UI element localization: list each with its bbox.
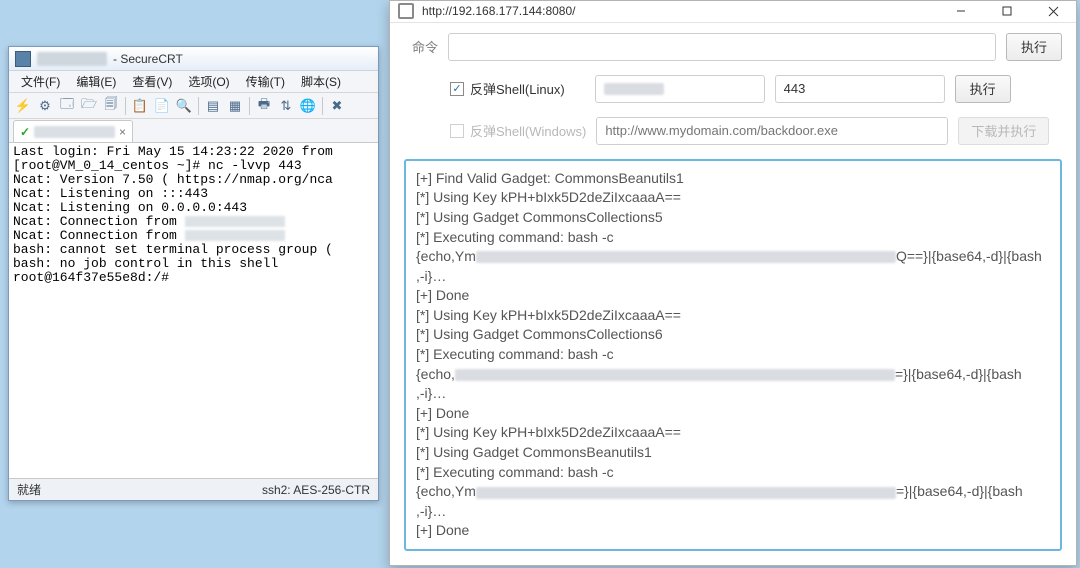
terminal-output[interactable]: Last login: Fri May 15 14:23:22 2020 fro… <box>9 143 378 478</box>
tb-transfer-icon[interactable]: ⇅ <box>276 96 296 116</box>
tool-window: http://192.168.177.144:8080/ 命令 执行 ✓ 反弹S… <box>389 0 1077 566</box>
securecrt-window: - SecureCRT 文件(F) 编辑(E) 查看(V) 选项(O) 传输(T… <box>8 46 379 501</box>
crt-toolbar: ⚡ ⚙ 🗔 🗁 🗐 📋 📄 🔍 ▤ ▦ 🖶 ⇅ 🌐 ✖ <box>9 93 378 119</box>
tab-title-redacted <box>34 126 115 138</box>
command-label: 命令 <box>404 37 438 56</box>
menu-transfer[interactable]: 传输(T) <box>238 71 293 92</box>
tb-find-icon[interactable]: 🔍 <box>174 96 194 116</box>
tool-app-icon <box>398 3 414 19</box>
tb-quickconnect-icon[interactable]: ⚙ <box>35 96 55 116</box>
tb-print-icon[interactable]: 🖶 <box>254 96 274 116</box>
tb-folder-icon[interactable]: 🗁 <box>79 96 99 116</box>
maximize-button[interactable] <box>984 1 1030 22</box>
linux-shell-label: 反弹Shell(Linux) <box>470 79 565 98</box>
windows-shell-label: 反弹Shell(Windows) <box>470 121 586 140</box>
tool-body: 命令 执行 ✓ 反弹Shell(Linux) 执行 反弹Shell(Window… <box>390 23 1076 565</box>
crt-title-redacted <box>37 52 107 66</box>
tb-save-icon[interactable]: 🗐 <box>101 96 121 116</box>
crt-title-text: - SecureCRT <box>113 52 183 66</box>
port-input[interactable] <box>775 75 945 103</box>
tab-close-icon[interactable]: × <box>119 125 126 139</box>
toolbar-separator <box>322 97 323 115</box>
status-right: ssh2: AES-256-CTR <box>262 483 370 497</box>
linux-shell-checkbox[interactable]: ✓ 反弹Shell(Linux) <box>450 79 565 98</box>
tool-title: http://192.168.177.144:8080/ <box>422 4 575 18</box>
command-row: 命令 执行 <box>404 33 1062 61</box>
tb-globe-icon[interactable]: 🌐 <box>298 96 318 116</box>
minimize-button[interactable] <box>938 1 984 22</box>
crt-app-icon <box>15 51 31 67</box>
close-button[interactable] <box>1030 1 1076 22</box>
window-buttons <box>938 1 1076 22</box>
windows-shell-checkbox[interactable]: 反弹Shell(Windows) <box>450 121 586 140</box>
tb-tools-icon[interactable]: ✖ <box>327 96 347 116</box>
backdoor-url-input[interactable] <box>596 117 948 145</box>
execute-shell-button[interactable]: 执行 <box>955 75 1011 103</box>
crt-statusbar: 就绪 ssh2: AES-256-CTR <box>9 478 378 500</box>
crt-menubar: 文件(F) 编辑(E) 查看(V) 选项(O) 传输(T) 脚本(S) <box>9 71 378 93</box>
tb-connect-icon[interactable]: ⚡ <box>13 96 33 116</box>
minimize-icon <box>956 6 966 16</box>
menu-script[interactable]: 脚本(S) <box>293 71 349 92</box>
linux-shell-row: ✓ 反弹Shell(Linux) 执行 <box>404 75 1062 103</box>
crt-titlebar[interactable]: - SecureCRT <box>9 47 378 71</box>
tb-tile-icon[interactable]: ▤ <box>203 96 223 116</box>
download-execute-button[interactable]: 下载并执行 <box>958 117 1049 145</box>
toolbar-separator <box>198 97 199 115</box>
windows-shell-row: 反弹Shell(Windows) 下载并执行 <box>404 117 1062 145</box>
ip-field-wrapper[interactable] <box>595 75 765 103</box>
menu-file[interactable]: 文件(F) <box>13 71 68 92</box>
maximize-icon <box>1002 6 1012 16</box>
ip-value-redacted <box>604 83 664 95</box>
status-ok-icon: ✓ <box>20 125 30 139</box>
tb-copy-icon[interactable]: 📋 <box>130 96 150 116</box>
menu-options[interactable]: 选项(O) <box>180 71 237 92</box>
command-input[interactable] <box>448 33 996 61</box>
tb-paste-icon[interactable]: 📄 <box>152 96 172 116</box>
execute-button[interactable]: 执行 <box>1006 33 1062 61</box>
tb-cascade-icon[interactable]: ▦ <box>225 96 245 116</box>
tb-session-icon[interactable]: 🗔 <box>57 96 77 116</box>
menu-edit[interactable]: 编辑(E) <box>68 71 124 92</box>
log-output[interactable]: [+] Find Valid Gadget: CommonsBeanutils1… <box>404 159 1062 551</box>
toolbar-separator <box>249 97 250 115</box>
checkbox-unchecked-icon <box>450 124 464 138</box>
menu-view[interactable]: 查看(V) <box>124 71 180 92</box>
status-left: 就绪 <box>17 481 41 498</box>
tool-titlebar[interactable]: http://192.168.177.144:8080/ <box>390 1 1076 23</box>
close-icon <box>1048 6 1059 17</box>
crt-tab[interactable]: ✓ × <box>13 120 133 142</box>
crt-tabbar: ✓ × <box>9 119 378 143</box>
checkbox-checked-icon: ✓ <box>450 82 464 96</box>
toolbar-separator <box>125 97 126 115</box>
